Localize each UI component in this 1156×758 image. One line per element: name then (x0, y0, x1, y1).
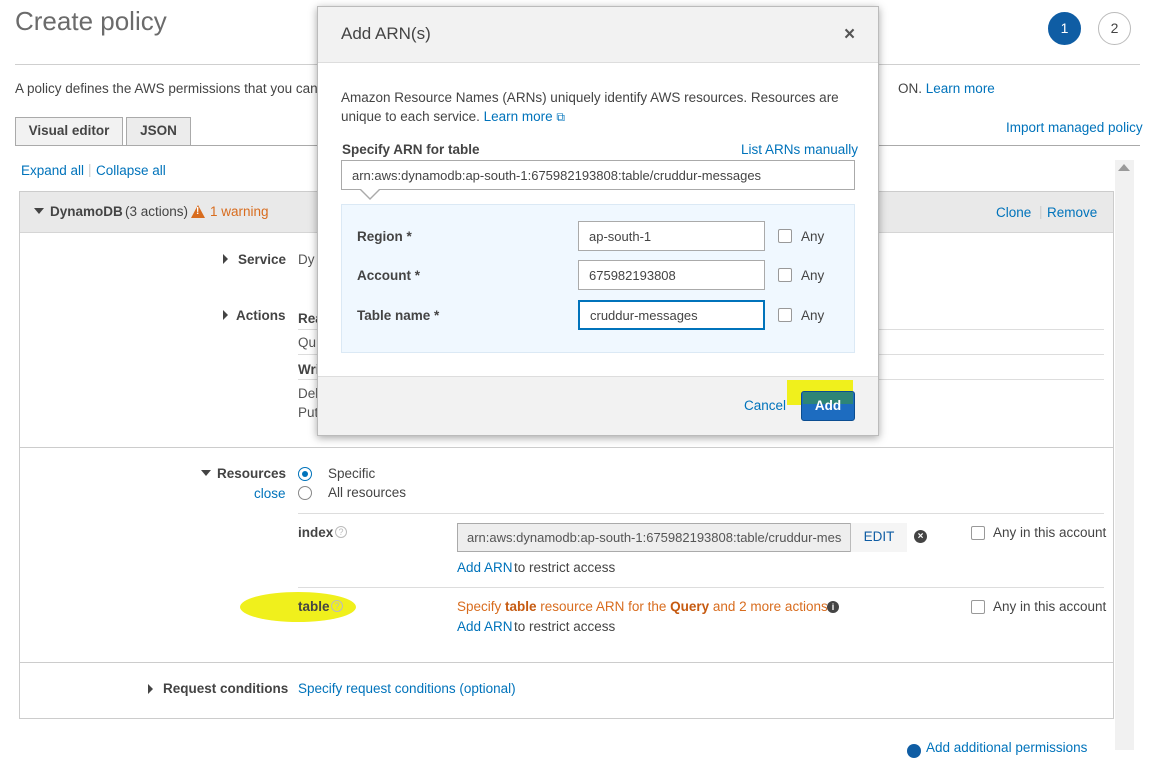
modal-title: Add ARN(s) (341, 24, 431, 43)
region-any-label[interactable]: Any (801, 229, 824, 244)
input-pointer-fill (361, 189, 379, 198)
add-button-label[interactable]: Add (815, 398, 841, 413)
account-input[interactable] (578, 260, 765, 290)
region-any-checkbox[interactable] (778, 229, 792, 243)
table-name-label: Table name * (357, 308, 440, 323)
external-link-icon: ⧉ (556, 110, 565, 124)
arn-input[interactable] (341, 160, 855, 190)
account-label: Account * (357, 268, 421, 283)
close-icon[interactable]: × (844, 24, 855, 46)
list-arns-manually-link[interactable]: List ARNs manually (741, 142, 858, 157)
table-name-any-label[interactable]: Any (801, 308, 824, 323)
region-label: Region * (357, 229, 412, 244)
table-name-any-checkbox[interactable] (778, 308, 792, 322)
modal-learn-more-text[interactable]: Learn more (484, 109, 553, 124)
account-any-checkbox[interactable] (778, 268, 792, 282)
modal-learn-more-link[interactable]: Learn more ⧉ (484, 109, 565, 124)
modal-description: Amazon Resource Names (ARNs) uniquely id… (341, 88, 856, 127)
modal-description-text: Amazon Resource Names (ARNs) uniquely id… (341, 90, 839, 124)
cancel-button[interactable]: Cancel (744, 398, 786, 413)
account-any-label[interactable]: Any (801, 268, 824, 283)
specify-arn-label: Specify ARN for table (342, 142, 480, 157)
table-name-input[interactable] (578, 300, 765, 330)
region-input[interactable] (578, 221, 765, 251)
